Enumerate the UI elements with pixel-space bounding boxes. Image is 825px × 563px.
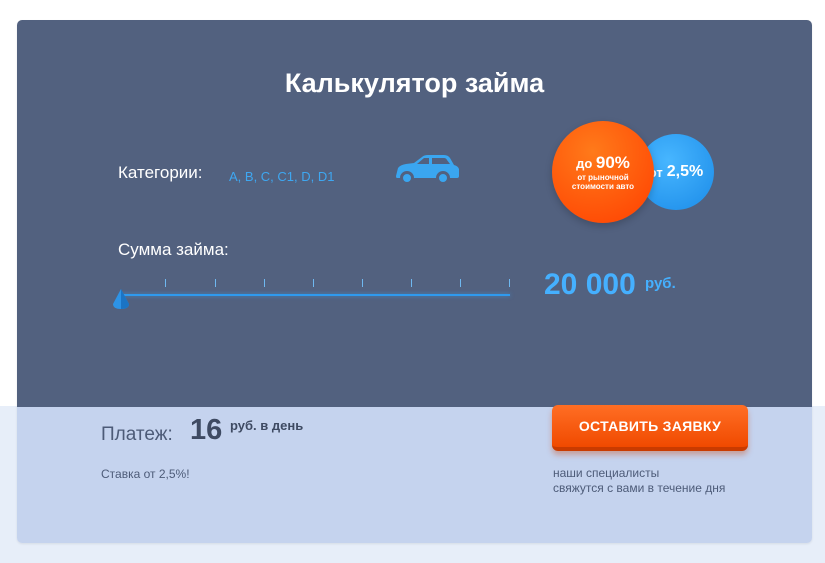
loan-calculator-card: Калькулятор займа Категории: A, B, C, C1… xyxy=(17,20,812,543)
payment-unit: руб. в день xyxy=(230,418,304,433)
loan-amount-slider-track[interactable] xyxy=(120,294,510,296)
loan-amount-value: 20 000 xyxy=(544,268,636,301)
slider-tick xyxy=(264,279,265,287)
rate-value: 2,5% xyxy=(666,163,704,180)
slider-tick xyxy=(460,279,461,287)
slider-handle[interactable] xyxy=(112,288,130,310)
loan-amount-currency: руб. xyxy=(645,275,676,292)
slider-tick xyxy=(411,279,412,287)
slider-tick xyxy=(313,279,314,287)
loan-percentage-badge: до 90% от рыночной стоимости авто xyxy=(552,121,654,223)
submit-application-button[interactable]: ОСТАВИТЬ ЗАЯВКУ xyxy=(552,405,748,451)
percentage-caption-line1: от рыночной xyxy=(577,173,629,182)
percentage-prefix: до xyxy=(576,156,593,171)
callback-note-line2: свяжутся с вами в течение дня xyxy=(553,481,726,495)
percentage-caption-line2: стоимости авто xyxy=(571,182,635,191)
calculator-title: Калькулятор займа xyxy=(284,68,545,98)
slider-tick xyxy=(215,279,216,287)
categories-label: Категории: xyxy=(118,163,203,182)
loan-amount-label: Сумма займа: xyxy=(118,240,229,259)
callback-note-line1: наши специалисты xyxy=(553,466,660,480)
callback-note: наши специалисты свяжутся с вами в течен… xyxy=(553,466,783,496)
rate-note: Ставка от 2,5%! xyxy=(101,467,190,481)
payment-label: Платеж: xyxy=(101,424,173,445)
payment-value: 16 xyxy=(190,414,223,446)
car-icon xyxy=(396,155,459,184)
calculator-top-panel: Калькулятор займа Категории: A, B, C, C1… xyxy=(17,20,812,407)
slider-tick xyxy=(362,279,363,287)
slider-tick xyxy=(509,279,510,287)
slider-tick xyxy=(165,279,166,287)
percentage-value: 90% xyxy=(595,153,630,172)
categories-value: A, B, C, C1, D, D1 xyxy=(229,169,335,184)
percentage-line: до 90% xyxy=(576,153,630,173)
